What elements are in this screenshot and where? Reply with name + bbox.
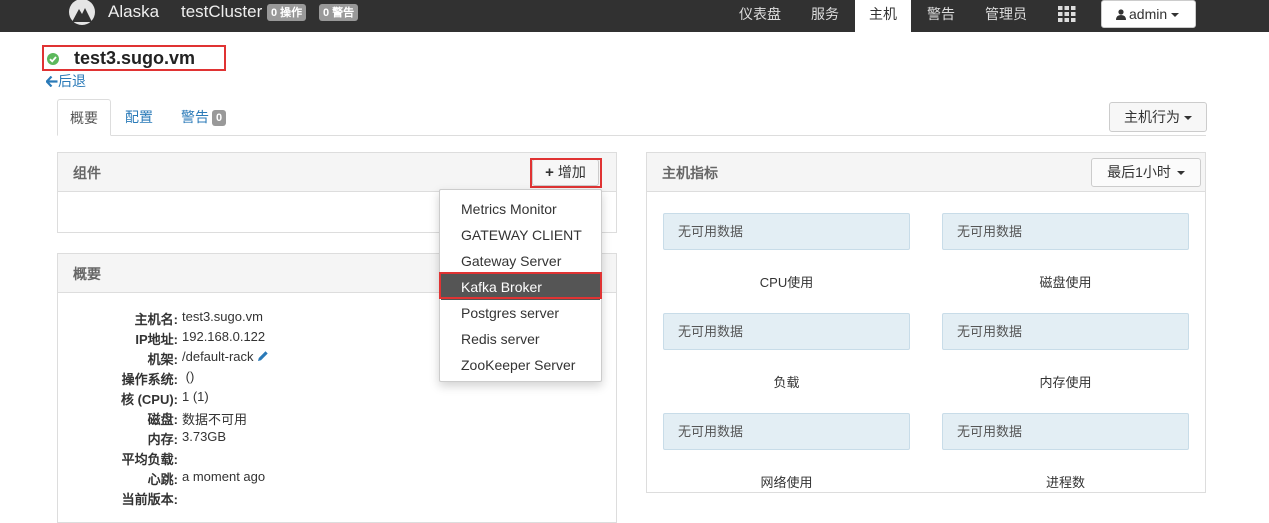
check-circle-icon [47,53,59,65]
summary-label-os: 操作系统: [121,372,178,387]
nav-services[interactable]: 服务 [800,0,850,32]
summary-label-memory: 内存: [147,432,178,447]
summary-value-disk: 数据不可用 [182,412,248,427]
nav-alerts[interactable]: 警告 [916,0,966,32]
back-link[interactable]: 后退 [45,71,86,91]
memory-usage-no-data: 无可用数据 [942,313,1189,350]
tab-configs[interactable]: 配置 [125,99,153,136]
cpu-usage-no-data: 无可用数据 [663,213,910,250]
memory-usage-label: 内存使用 [1039,375,1092,390]
user-icon [1116,9,1126,20]
nav-hosts[interactable]: 主机 [855,0,911,32]
nav-dashboard[interactable]: 仪表盘 [730,0,790,32]
network-usage-label: 网络使用 [760,475,813,490]
tab-summary[interactable]: 概要 [57,99,111,136]
cluster-name[interactable]: testCluster [181,2,262,22]
dropdown-item-redis-server[interactable]: Redis server [441,326,600,352]
load-label: 负载 [773,375,800,390]
tab-alerts-label: 警告 [181,109,209,125]
operations-badge[interactable]: 0 操作 [267,4,307,21]
alerts-badge[interactable]: 0 警告 [319,4,359,21]
summary-value-heartbeat: a moment ago [182,469,266,484]
host-actions-button[interactable]: 主机行为 [1109,102,1207,132]
user-menu-button[interactable]: admin [1101,0,1196,28]
highlight-box-add-button [530,158,602,188]
summary-label-load: 平均负载: [121,452,178,467]
cpu-usage-label: CPU使用 [759,275,814,290]
summary-value-memory: 3.73GB [182,429,227,444]
alerts-count-badge: 0 [212,110,227,126]
host-actions-label: 主机行为 [1124,109,1180,125]
summary-label-version: 当前版本: [121,492,178,507]
processes-no-data: 无可用数据 [942,413,1189,450]
summary-label-rack: 机架: [147,352,178,367]
nav-admin[interactable]: 管理员 [976,0,1036,32]
top-navbar: Alaska testCluster 0 操作 0 警告 仪表盘 服务 主机 警… [0,0,1269,32]
arrow-left-icon [45,75,58,88]
pencil-icon[interactable] [257,350,269,362]
summary-label-disk: 磁盘: [147,412,178,427]
back-label: 后退 [58,73,86,89]
summary-label-ip: IP地址: [135,332,178,347]
processes-label: 进程数 [1045,475,1085,490]
caret-down-icon [1176,171,1185,176]
load-no-data: 无可用数据 [663,313,910,350]
summary-value-ip: 192.168.0.122 [182,329,266,344]
host-title: test3.sugo.vm [74,48,196,68]
summary-value-hostname: test3.sugo.vm [182,309,263,324]
caret-down-icon [1184,116,1192,121]
summary-value-rack: /default-rack [182,349,269,364]
network-usage-no-data: 无可用数据 [663,413,910,450]
summary-value-os: () [182,369,195,384]
brand-name[interactable]: Alaska [108,2,159,22]
time-range-button[interactable]: 最后1小时 [1091,158,1201,187]
dropdown-item-metrics-monitor[interactable]: Metrics Monitor [441,196,600,222]
time-range-label: 最后1小时 [1107,164,1171,180]
summary-value-cores: 1 (1) [182,389,209,404]
rack-value: /default-rack [182,349,254,364]
dropdown-item-gateway-server[interactable]: Gateway Server [441,248,600,274]
caret-down-icon [1171,13,1180,18]
app-grid-icon[interactable] [1058,6,1076,22]
host-metrics-title: 主机指标 [662,165,718,181]
summary-label-hostname: 主机名: [134,312,178,327]
dropdown-item-postgres-server[interactable]: Postgres server [441,300,600,326]
dropdown-item-gateway-client[interactable]: GATEWAY CLIENT [441,222,600,248]
components-title: 组件 [73,165,101,181]
tab-alerts[interactable]: 警告 0 [181,99,227,136]
summary-label-cores: 核 (CPU): [120,392,178,407]
logo-icon[interactable] [66,0,98,26]
dropdown-item-zookeeper-server[interactable]: ZooKeeper Server [441,352,600,378]
host-tabs: 概要 配置 警告 0 [57,99,1206,136]
user-name: admin [1129,6,1168,22]
highlight-box-kafka-broker [439,272,602,299]
disk-usage-no-data: 无可用数据 [942,213,1189,250]
disk-usage-label: 磁盘使用 [1039,275,1092,290]
summary-label-heartbeat: 心跳: [147,472,178,487]
summary-title: 概要 [73,266,101,282]
